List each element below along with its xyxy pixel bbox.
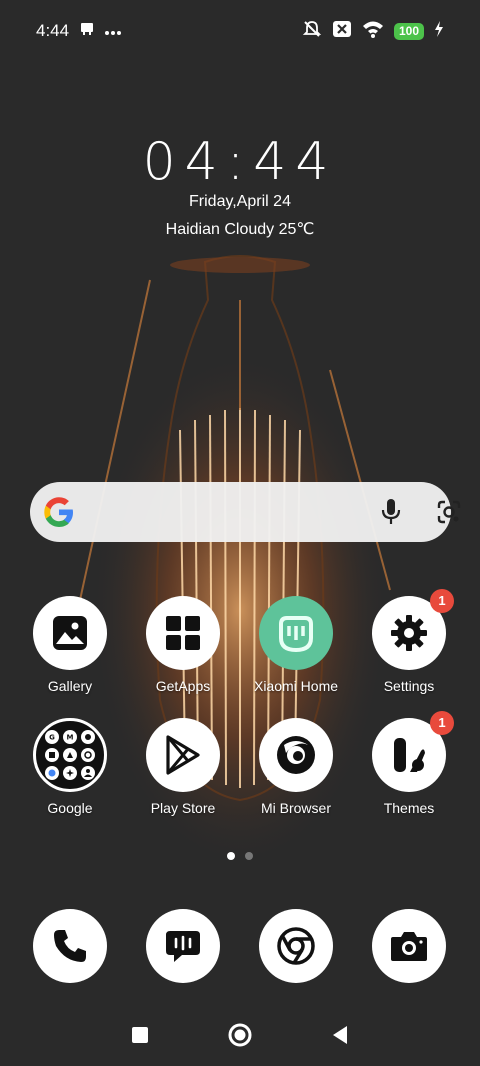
messages-icon: [146, 909, 220, 983]
xiaomi-home-icon: [259, 596, 333, 670]
home-button[interactable]: [224, 1019, 256, 1051]
page-indicator: [0, 852, 480, 860]
mute-icon: [302, 19, 322, 44]
battery-level: 100: [393, 22, 424, 40]
app-label: Play Store: [150, 800, 216, 816]
status-time: 4:44: [36, 21, 70, 40]
app-google-folder[interactable]: GM Google: [15, 718, 125, 816]
app-label: Gallery: [47, 678, 93, 694]
dock-phone[interactable]: [15, 909, 125, 983]
google-search-bar[interactable]: [30, 482, 461, 542]
microphone-icon[interactable]: [379, 498, 403, 531]
page-dot-active[interactable]: [227, 852, 235, 860]
weather-info[interactable]: Haidian Cloudy 25℃: [0, 219, 480, 239]
wifi-icon: [362, 20, 384, 43]
lens-icon[interactable]: [435, 498, 463, 531]
settings-icon: 1: [372, 589, 454, 670]
more-dots-icon: [105, 21, 122, 41]
clock-time[interactable]: 04:44: [0, 132, 480, 192]
app-mi-browser[interactable]: Mi Browser: [241, 718, 351, 816]
dock-camera[interactable]: [354, 909, 464, 983]
app-label: Mi Browser: [260, 800, 331, 816]
app-getapps[interactable]: GetApps: [128, 596, 238, 694]
getapps-icon: [146, 596, 220, 670]
app-label: Google: [47, 800, 93, 816]
clock-date: Friday,April 24: [189, 193, 291, 210]
notification-icon: [79, 21, 95, 42]
recents-button[interactable]: [124, 1019, 156, 1051]
app-label: Settings: [383, 678, 435, 694]
app-play-store[interactable]: Play Store: [128, 718, 238, 816]
play-store-icon: [146, 718, 220, 792]
charging-icon: [434, 20, 444, 42]
page-dot[interactable]: [245, 852, 253, 860]
google-logo-icon: [42, 495, 76, 534]
back-button[interactable]: [324, 1019, 356, 1051]
x-app-icon: [332, 20, 352, 43]
app-gallery[interactable]: Gallery: [15, 596, 125, 694]
navigation-bar: [0, 1015, 480, 1055]
google-folder-icon: GM: [33, 718, 107, 792]
dock-chrome[interactable]: [241, 909, 351, 983]
gallery-icon: [33, 596, 107, 670]
app-label: GetApps: [155, 678, 211, 694]
mi-browser-icon: [259, 718, 333, 792]
camera-icon: [372, 909, 446, 983]
chrome-icon: [259, 909, 333, 983]
svg-text:G: G: [49, 734, 55, 742]
notification-badge: 1: [430, 589, 454, 613]
themes-icon: 1: [372, 711, 454, 792]
svg-text:M: M: [67, 734, 74, 742]
app-themes[interactable]: 1 Themes: [354, 711, 464, 816]
app-xiaomi-home[interactable]: Xiaomi Home: [241, 596, 351, 694]
phone-icon: [33, 909, 107, 983]
app-settings[interactable]: 1 Settings: [354, 589, 464, 694]
app-label: Themes: [383, 800, 435, 816]
status-bar: 4:44 100: [0, 0, 480, 62]
app-label: Xiaomi Home: [253, 678, 339, 694]
dock-messages[interactable]: [128, 909, 238, 983]
notification-badge: 1: [430, 711, 454, 735]
